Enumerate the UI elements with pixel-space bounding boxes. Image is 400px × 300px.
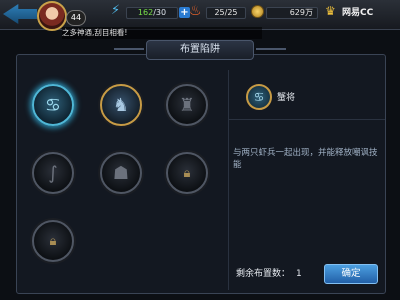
title-decoration-right [256,48,286,50]
trap-detail-header: ♋ 蟹将 [229,70,385,120]
energy-max: /30 [153,8,167,17]
stamina-counter: 25/25 [206,7,246,19]
remaining-label: 剩余布置数： [236,269,291,279]
announcement-marquee: 之多神通,刮目相看! [62,27,262,39]
lock-icon: 🔒︎ [183,166,191,181]
coin-icon [251,5,264,18]
trap-slot-boar[interactable]: ♜ [166,84,208,126]
panel-title: 布置陷阱 [146,40,254,60]
level-badge: 44 [66,10,86,26]
brand-logo: 网易CC [342,8,374,18]
trap-detail-panel: ♋ 蟹将 与两只虾兵一起出现，并能释放嘲讽技能 [228,70,385,290]
boar-icon: ♜ [178,94,196,116]
crab-icon: ♋ [44,94,62,116]
trap-slot-wolf[interactable]: ♞ [100,84,142,126]
title-decoration-left [114,48,144,50]
trap-slot-ghost[interactable]: ☗ [100,152,142,194]
remaining-value: 1 [296,269,302,279]
ghost-icon: ☗ [112,162,130,184]
coin-counter: 629万 [266,7,318,19]
trap-name: 蟹将 [277,93,296,103]
snake-icon: ∫ [48,162,58,184]
trap-slot-crab[interactable]: ♋ [32,84,74,126]
trap-grid: ♋ ♞ ♜ ∫ ☗ 🔒︎ 🔒︎ [20,70,224,290]
energy-icon: ⚡ [111,3,121,18]
trap-slot-locked-2[interactable]: 🔒︎ [32,220,74,262]
crab-icon: ♋ [246,84,272,110]
lock-icon: 🔒︎ [49,234,57,249]
energy-current: 162 [137,8,154,17]
wolf-icon: ♞ [112,94,130,116]
trap-slot-locked-1[interactable]: 🔒︎ [166,152,208,194]
energy-counter: 162/30 [126,7,178,19]
trap-description: 与两只虾兵一起出现，并能释放嘲讽技能 [233,148,378,170]
confirm-button[interactable]: 确定 [324,264,378,284]
crown-icon: ♛ [325,4,336,18]
stamina-icon: ♨ [189,3,202,19]
trap-slot-snake[interactable]: ∫ [32,152,74,194]
